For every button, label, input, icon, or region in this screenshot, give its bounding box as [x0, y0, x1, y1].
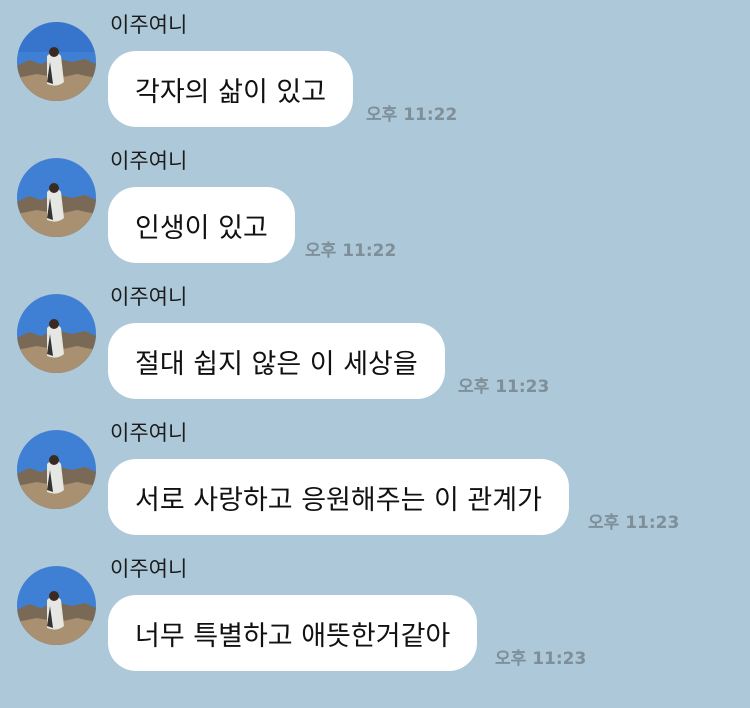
person-photo-icon — [17, 158, 96, 237]
sender-avatar[interactable] — [17, 566, 96, 645]
person-photo-icon — [17, 430, 96, 509]
sender-avatar[interactable] — [17, 294, 96, 373]
person-photo-icon — [17, 294, 96, 373]
message-row: 이주여니 인생이 있고 오후 11:22 — [0, 136, 750, 272]
sender-name: 이주여니 — [110, 421, 188, 445]
sender-name: 이주여니 — [110, 13, 188, 37]
chat-message-list[interactable]: 이주여니 각자의 삶이 있고 오후 11:22 이주여니 인생이 있고 오후 1… — [0, 0, 750, 708]
message-row: 이주여니 각자의 삶이 있고 오후 11:22 — [0, 0, 750, 136]
message-row: 이주여니 서로 사랑하고 응원해주는 이 관계가 오후 11:23 — [0, 408, 750, 544]
person-photo-icon — [17, 566, 96, 645]
message-bubble[interactable]: 너무 특별하고 애뜻한거같아 — [108, 595, 478, 671]
message-timestamp: 오후 11:23 — [588, 513, 680, 533]
sender-name: 이주여니 — [110, 149, 188, 173]
sender-avatar[interactable] — [17, 158, 96, 237]
message-row: 이주여니 절대 쉽지 않은 이 세상을 오후 11:23 — [0, 272, 750, 408]
sender-name: 이주여니 — [110, 557, 188, 581]
message-timestamp: 오후 11:22 — [366, 105, 458, 125]
person-photo-icon — [17, 22, 96, 101]
message-bubble[interactable]: 서로 사랑하고 응원해주는 이 관계가 — [108, 459, 569, 535]
message-row: 이주여니 너무 특별하고 애뜻한거같아 오후 11:23 — [0, 544, 750, 680]
message-bubble[interactable]: 각자의 삶이 있고 — [108, 51, 354, 127]
message-timestamp: 오후 11:23 — [495, 649, 587, 669]
sender-avatar[interactable] — [17, 430, 96, 509]
sender-name: 이주여니 — [110, 285, 188, 309]
sender-avatar[interactable] — [17, 22, 96, 101]
message-timestamp: 오후 11:23 — [458, 377, 550, 397]
message-bubble[interactable]: 인생이 있고 — [108, 187, 295, 263]
message-bubble[interactable]: 절대 쉽지 않은 이 세상을 — [108, 323, 445, 399]
message-timestamp: 오후 11:22 — [305, 241, 397, 261]
